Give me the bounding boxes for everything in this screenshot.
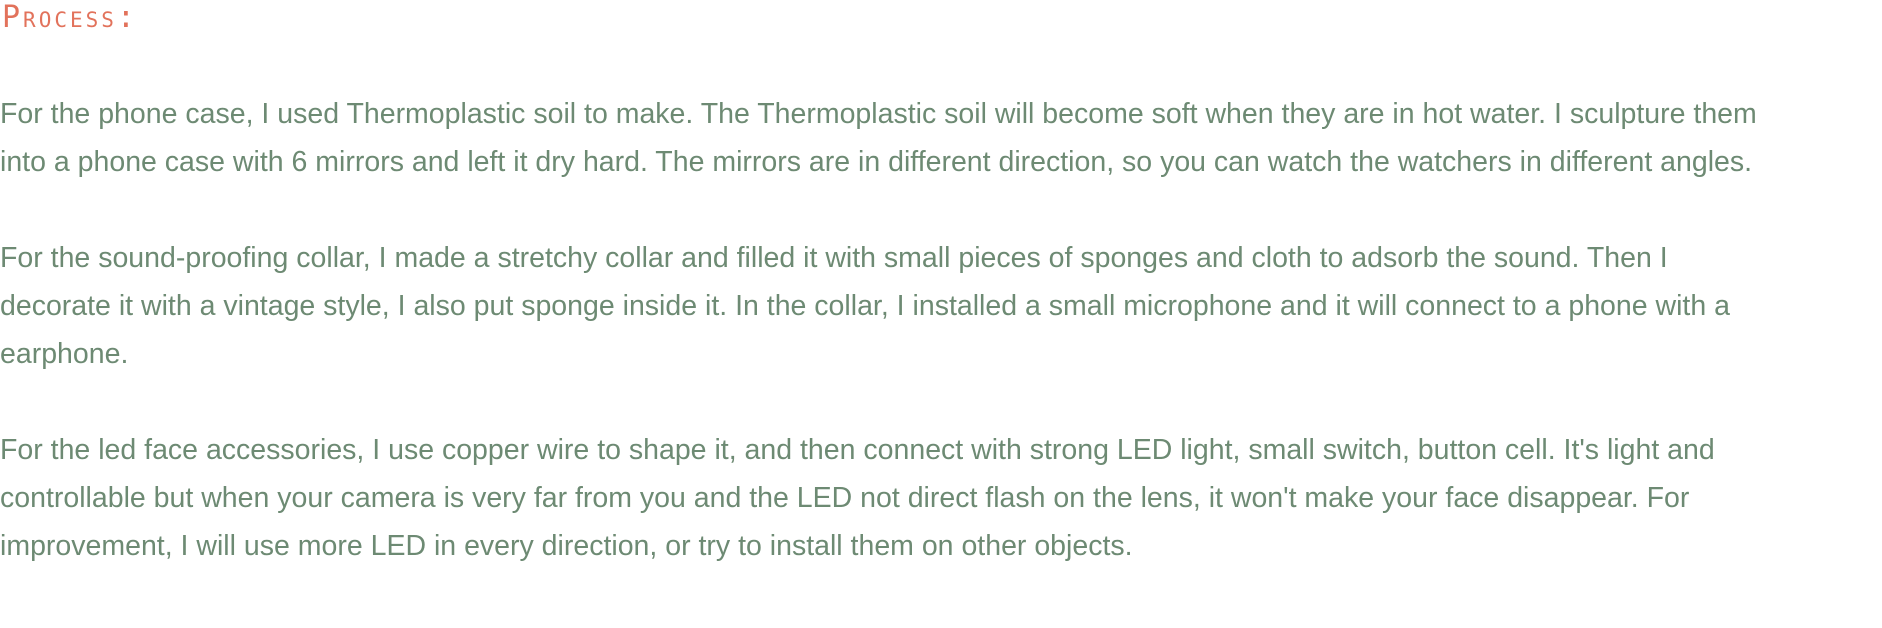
paragraph-led-accessories: For the led face accessories, I use copp… (0, 426, 1882, 570)
paragraph-line: improvement, I will use more LED in ever… (0, 530, 1133, 562)
paragraph-line: For the phone case, I used Thermoplastic… (0, 98, 1757, 130)
paragraph-collar: For the sound-proofing collar, I made a … (0, 234, 1882, 378)
section-heading: Process: (2, 0, 138, 35)
paragraph-line: decorate it with a vintage style, I also… (0, 290, 1730, 322)
paragraph-line: controllable but when your camera is ver… (0, 482, 1690, 514)
paragraph-line: For the sound-proofing collar, I made a … (0, 242, 1668, 274)
paragraph-line: into a phone case with 6 mirrors and lef… (0, 146, 1753, 178)
paragraph-line: For the led face accessories, I use copp… (0, 434, 1715, 466)
paragraph-line: earphone. (0, 338, 129, 370)
paragraph-phone-case: For the phone case, I used Thermoplastic… (0, 90, 1882, 186)
